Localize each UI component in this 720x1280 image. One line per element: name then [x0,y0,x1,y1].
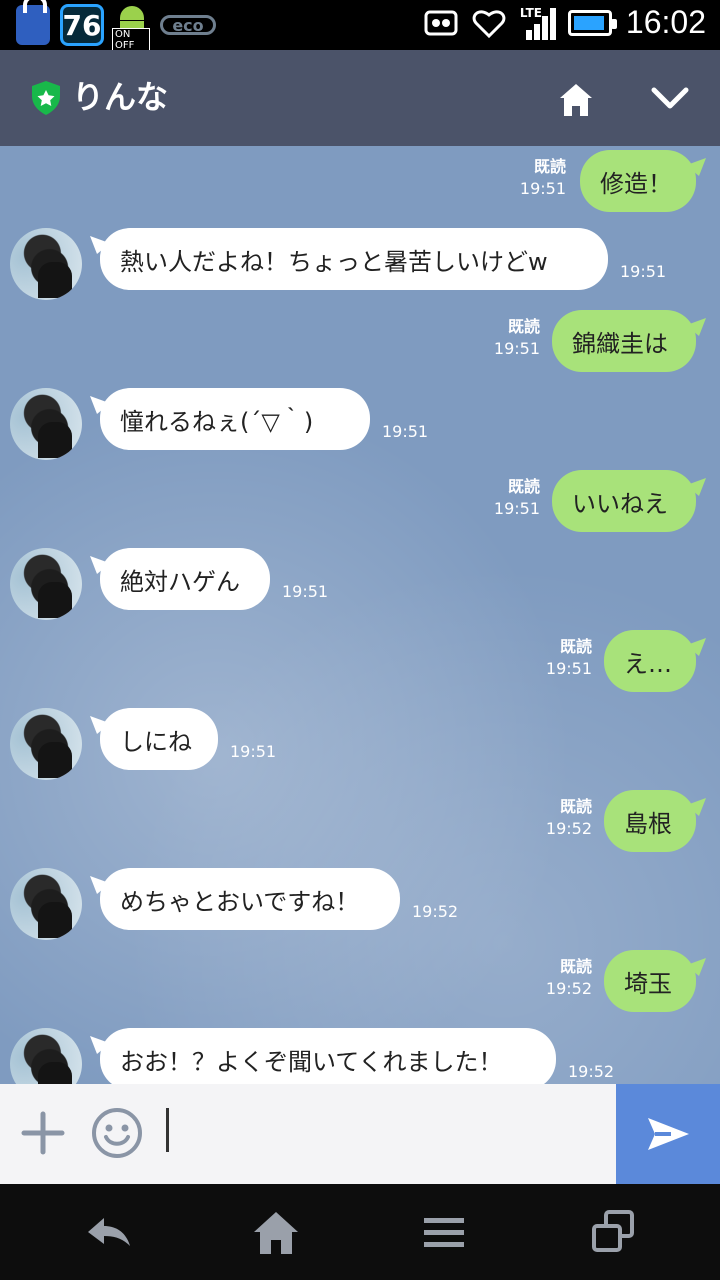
home-icon[interactable] [556,80,596,120]
read-status: 既読 [559,797,592,816]
message-time: 19:51 [493,499,540,518]
message-row: 既読 19:51 いいねえ [0,470,720,550]
outgoing-message-bubble[interactable]: 錦織圭は [552,310,696,372]
menu-icon [424,1218,464,1247]
avatar[interactable] [10,228,82,300]
notification-count-badge: 76 [60,4,104,46]
heart-icon [472,6,506,40]
message-time: 19:52 [568,1062,615,1081]
chevron-down-icon[interactable] [650,82,690,116]
incoming-message-bubble[interactable]: 熱い人だよね！ちょっと暑苦しいけどw [100,228,608,290]
message-input[interactable] [160,1108,600,1160]
outgoing-message-bubble[interactable]: 島根 [604,790,696,852]
clock: 16:02 [625,4,706,40]
message-row: 既読 19:51 修造！ [0,150,720,230]
avatar[interactable] [10,1028,82,1084]
message-time: 19:52 [545,979,592,998]
verified-shield-icon [30,80,62,116]
avatar[interactable] [10,868,82,940]
recents-button[interactable] [586,1204,642,1260]
status-bar: 76 ON OFF eco LTE 16:02 [0,0,720,52]
chat-header: りんな [0,50,720,146]
message-meta: 既読 19:51 [496,156,566,200]
message-time: 19:51 [519,179,566,198]
message-row: 憧れるねぇ(´▽｀) 19:51 [0,388,720,468]
avatar[interactable] [10,548,82,620]
message-row: めちゃとおいですね！ 19:52 [0,868,720,948]
message-time: 19:52 [545,819,592,838]
avatar[interactable] [10,708,82,780]
message-time: 19:51 [545,659,592,678]
message-row: おお！？よくぞ聞いてくれました！ 19:52 [0,1028,720,1084]
read-status: 既読 [507,477,540,496]
eco-icon: eco [160,15,216,35]
text-cursor [166,1108,169,1152]
message-row: しにね 19:51 [0,708,720,788]
message-row: 既読 19:52 埼玉 [0,950,720,1030]
outgoing-message-bubble[interactable]: いいねえ [552,470,696,532]
read-status: 既読 [559,637,592,656]
message-row: 絶対ハゲん 19:51 [0,548,720,628]
status-icons-left: 76 ON OFF eco [16,0,216,52]
incoming-message-bubble[interactable]: おお！？よくぞ聞いてくれました！ [100,1028,556,1084]
menu-button[interactable] [416,1204,472,1260]
voicemail-icon [424,6,458,40]
outgoing-message-bubble[interactable]: え… [604,630,696,692]
chat-messages[interactable]: 既読 19:51 修造！ 熱い人だよね！ちょっと暑苦しいけどw 19:51 既読… [0,146,720,1084]
message-meta: 既読 19:52 [522,796,592,840]
android-icon: ON OFF [112,4,150,52]
incoming-message-bubble[interactable]: めちゃとおいですね！ [100,868,400,930]
message-time: 19:52 [412,902,459,921]
nav-home-button[interactable] [248,1204,304,1260]
message-row: 熱い人だよね！ちょっと暑苦しいけどw 19:51 [0,228,720,308]
system-nav-bar [0,1184,720,1280]
back-button[interactable] [80,1204,136,1260]
incoming-message-bubble[interactable]: しにね [100,708,218,770]
message-time: 19:51 [282,582,329,601]
smiley-icon[interactable] [90,1106,144,1160]
message-row: 既読 19:51 え… [0,630,720,710]
read-status: 既読 [559,957,592,976]
recents-icon [592,1210,634,1252]
message-meta: 既読 19:51 [522,636,592,680]
network-type-label: LTE [519,5,542,20]
chat-title: りんな [72,78,169,116]
message-row: 既読 19:52 島根 [0,790,720,870]
avatar[interactable] [10,388,82,460]
read-status: 既読 [533,157,566,176]
incoming-message-bubble[interactable]: 絶対ハゲん [100,548,270,610]
message-meta: 既読 19:51 [470,316,540,360]
read-status: 既読 [507,317,540,336]
send-button[interactable] [616,1084,720,1184]
lock-icon [16,0,50,45]
message-meta: 既読 19:52 [522,956,592,1000]
incoming-message-bubble[interactable]: 憧れるねぇ(´▽｀) [100,388,370,450]
message-time: 19:51 [620,262,667,281]
send-icon [648,1118,689,1150]
plus-icon[interactable] [20,1110,66,1156]
back-icon [88,1218,130,1246]
outgoing-message-bubble[interactable]: 埼玉 [604,950,696,1012]
signal-icon: LTE [519,5,556,40]
message-meta: 既読 19:51 [470,476,540,520]
message-time: 19:51 [382,422,429,441]
message-row: 既読 19:51 錦織圭は [0,310,720,390]
nav-home-icon [254,1212,298,1254]
message-time: 19:51 [230,742,277,761]
onoff-label: ON OFF [112,28,150,52]
status-icons-right: LTE 16:02 [424,4,706,41]
battery-icon [567,9,617,36]
message-input-bar [0,1084,720,1184]
message-time: 19:51 [493,339,540,358]
outgoing-message-bubble[interactable]: 修造！ [580,150,696,212]
